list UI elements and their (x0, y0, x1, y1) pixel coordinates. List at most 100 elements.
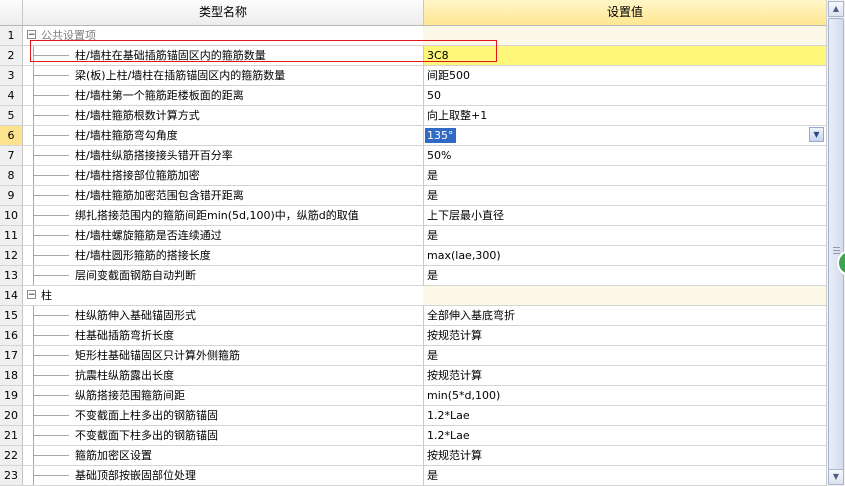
collapse-toggle-icon[interactable]: − (27, 290, 36, 300)
table-row[interactable]: 11 柱/墙柱螺旋箍筋是否连续通过 是 (0, 226, 826, 246)
setting-label: 柱/墙柱第一个箍筋距楼板面的距离 (75, 89, 244, 102)
setting-value-cell[interactable]: 按规范计算 (424, 446, 826, 465)
table-row[interactable]: 8 柱/墙柱搭接部位箍筋加密 是 (0, 166, 826, 186)
setting-value: 50% (427, 149, 452, 162)
setting-value-cell[interactable]: 是 (424, 226, 826, 245)
table-row[interactable]: 6 柱/墙柱箍筋弯勾角度 135° ▼ (0, 126, 826, 146)
setting-label: 柱基础插筋弯折长度 (75, 329, 174, 342)
setting-value-cell[interactable]: 50 (424, 86, 826, 105)
vertical-scrollbar[interactable]: ▲ ▼ (826, 0, 845, 486)
highlight-box (30, 40, 497, 62)
tree-branch (33, 195, 69, 196)
setting-value: 是 (427, 169, 438, 182)
table-row[interactable]: 4 柱/墙柱第一个箍筋距楼板面的距离 50 (0, 86, 826, 106)
setting-label: 层间变截面钢筋自动判断 (75, 269, 196, 282)
setting-name-cell[interactable]: 柱/墙柱箍筋弯勾角度 (23, 126, 424, 145)
setting-name-cell[interactable]: 不变截面下柱多出的钢筋锚固 (23, 426, 424, 445)
setting-value-cell[interactable]: 1.2*Lae (424, 406, 826, 425)
tree-branch (33, 455, 69, 456)
setting-value-cell[interactable]: 是 (424, 166, 826, 185)
setting-name-cell[interactable]: 矩形柱基础锚固区只计算外侧箍筋 (23, 346, 424, 365)
table-row[interactable]: 5 柱/墙柱箍筋根数计算方式 向上取整+1 (0, 106, 826, 126)
value-dropdown[interactable]: 135° ▼ (424, 126, 826, 145)
setting-name-cell[interactable]: 柱/墙柱第一个箍筋距楼板面的距离 (23, 86, 424, 105)
setting-name-cell[interactable]: 柱/墙柱螺旋箍筋是否连续通过 (23, 226, 424, 245)
row-number: 4 (0, 86, 23, 105)
setting-name-cell[interactable]: 箍筋加密区设置 (23, 446, 424, 465)
setting-name-cell[interactable]: 绑扎搭接范围内的箍筋间距min(5d,100)中，纵筋d的取值 (23, 206, 424, 225)
setting-value-cell[interactable]: min(5*d,100) (424, 386, 826, 405)
setting-value-cell[interactable]: 按规范计算 (424, 366, 826, 385)
setting-value-cell[interactable]: 间距500 (424, 66, 826, 85)
table-row[interactable]: 3 梁(板)上柱/墙柱在插筋锚固区内的箍筋数量 间距500 (0, 66, 826, 86)
setting-label: 基础顶部按嵌固部位处理 (75, 469, 196, 482)
setting-value-cell[interactable]: 是 (424, 186, 826, 205)
setting-value-cell[interactable]: 是 (424, 466, 826, 485)
row-number: 19 (0, 386, 23, 405)
table-row[interactable]: 15 柱纵筋伸入基础锚固形式 全部伸入基底弯折 (0, 306, 826, 326)
table-row[interactable]: 18 抗震柱纵筋露出长度 按规范计算 (0, 366, 826, 386)
table-row[interactable]: 20 不变截面上柱多出的钢筋锚固 1.2*Lae (0, 406, 826, 426)
table-row[interactable]: 22 箍筋加密区设置 按规范计算 (0, 446, 826, 466)
setting-name-cell[interactable]: 柱/墙柱圆形箍筋的搭接长度 (23, 246, 424, 265)
table-row[interactable]: 13 层间变截面钢筋自动判断 是 (0, 266, 826, 286)
table-row[interactable]: 9 柱/墙柱箍筋加密范围包含错开距离 是 (0, 186, 826, 206)
setting-value-cell[interactable]: 全部伸入基底弯折 (424, 306, 826, 325)
setting-name-cell[interactable]: 柱纵筋伸入基础锚固形式 (23, 306, 424, 325)
table-row[interactable]: 12 柱/墙柱圆形箍筋的搭接长度 max(lae,300) (0, 246, 826, 266)
grid-header: 类型名称 设置值 (0, 0, 826, 26)
tree-branch (33, 395, 69, 396)
table-row[interactable]: 7 柱/墙柱纵筋搭接接头错开百分率 50% (0, 146, 826, 166)
setting-name-cell[interactable]: 柱/墙柱纵筋搭接接头错开百分率 (23, 146, 424, 165)
setting-value-cell[interactable]: 向上取整+1 (424, 106, 826, 125)
setting-name-cell[interactable]: 柱基础插筋弯折长度 (23, 326, 424, 345)
tree-branch (33, 335, 69, 336)
setting-name-cell[interactable]: 层间变截面钢筋自动判断 (23, 266, 424, 285)
table-row[interactable]: 23 基础顶部按嵌固部位处理 是 (0, 466, 826, 486)
setting-value-cell[interactable]: 按规范计算 (424, 326, 826, 345)
dropdown-selected-value[interactable]: 135° (425, 128, 456, 143)
table-row[interactable]: 21 不变截面下柱多出的钢筋锚固 1.2*Lae (0, 426, 826, 446)
table-row[interactable]: 17 矩形柱基础锚固区只计算外侧箍筋 是 (0, 346, 826, 366)
setting-name-cell[interactable]: 抗震柱纵筋露出长度 (23, 366, 424, 385)
setting-label: 不变截面上柱多出的钢筋锚固 (75, 409, 218, 422)
setting-value-cell[interactable]: 是 (424, 266, 826, 285)
setting-value: 全部伸入基底弯折 (427, 309, 515, 322)
setting-name-cell[interactable]: 柱/墙柱箍筋加密范围包含错开距离 (23, 186, 424, 205)
tree-branch (33, 155, 69, 156)
thumb-grip (833, 247, 840, 248)
setting-value: 按规范计算 (427, 449, 482, 462)
setting-value: min(5*d,100) (427, 389, 501, 402)
setting-label: 柱/墙柱纵筋搭接接头错开百分率 (75, 149, 233, 162)
tree-branch (33, 95, 69, 96)
setting-value-cell[interactable]: 135° ▼ (424, 126, 826, 145)
setting-name-cell[interactable]: 纵筋搭接范围箍筋间距 (23, 386, 424, 405)
setting-name-cell[interactable]: 柱/墙柱箍筋根数计算方式 (23, 106, 424, 125)
setting-name-cell[interactable]: 不变截面上柱多出的钢筋锚固 (23, 406, 424, 425)
setting-name-cell[interactable]: 柱/墙柱搭接部位箍筋加密 (23, 166, 424, 185)
setting-name-cell[interactable]: − 柱 (23, 286, 423, 305)
table-row[interactable]: 16 柱基础插筋弯折长度 按规范计算 (0, 326, 826, 346)
chevron-down-icon[interactable]: ▼ (809, 127, 824, 142)
type-name-column-header[interactable]: 类型名称 (23, 0, 424, 25)
setting-value-cell[interactable]: 50% (424, 146, 826, 165)
setting-value: 是 (427, 269, 438, 282)
group-row[interactable]: 14− 柱 (0, 286, 826, 306)
scroll-up-button[interactable]: ▲ (828, 1, 844, 17)
table-row[interactable]: 19 纵筋搭接范围箍筋间距 min(5*d,100) (0, 386, 826, 406)
scroll-down-button[interactable]: ▼ (828, 469, 844, 485)
setting-label: 抗震柱纵筋露出长度 (75, 369, 174, 382)
setting-value: 是 (427, 469, 438, 482)
table-row[interactable]: 10 绑扎搭接范围内的箍筋间距min(5d,100)中，纵筋d的取值 上下层最小直径 (0, 206, 826, 226)
setting-name-cell[interactable]: 梁(板)上柱/墙柱在插筋锚固区内的箍筋数量 (23, 66, 424, 85)
scroll-thumb[interactable] (828, 18, 844, 484)
setting-value-cell[interactable]: 上下层最小直径 (424, 206, 826, 225)
setting-value-column-header[interactable]: 设置值 (424, 0, 826, 25)
collapse-toggle-icon[interactable]: − (27, 30, 36, 40)
setting-name-cell[interactable]: 基础顶部按嵌固部位处理 (23, 466, 424, 485)
row-number: 23 (0, 466, 23, 485)
setting-value-cell[interactable]: max(lae,300) (424, 246, 826, 265)
setting-value-cell[interactable]: 是 (424, 346, 826, 365)
setting-value-cell[interactable]: 1.2*Lae (424, 426, 826, 445)
settings-grid: 类型名称 设置值 1− 公共设置项 2 柱/墙柱在基础插筋锚固区内的箍筋数量 3C8 3 梁… (0, 0, 826, 486)
